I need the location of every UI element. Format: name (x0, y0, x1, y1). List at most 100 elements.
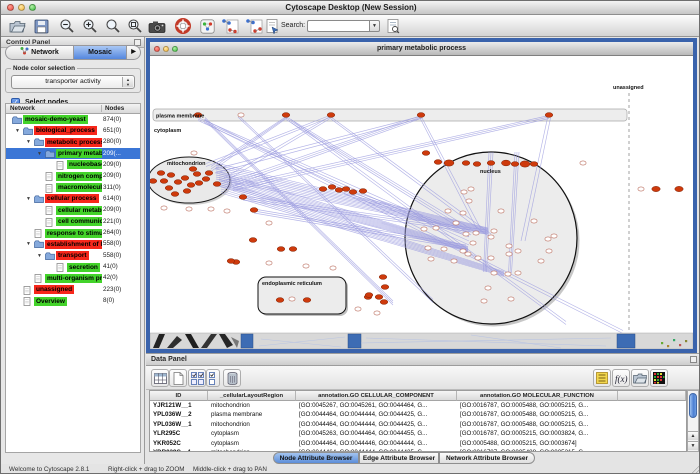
tree-expander-icon[interactable]: ▼ (37, 151, 42, 157)
network-node-selected[interactable] (530, 162, 538, 167)
network-node-selected[interactable] (342, 187, 350, 192)
network-node-selected[interactable] (157, 171, 165, 176)
network-node-unselected[interactable] (355, 307, 361, 311)
data-panel-float-icon[interactable] (690, 356, 697, 363)
network-node-selected[interactable] (380, 300, 388, 305)
attribute-table-icon[interactable] (151, 369, 169, 387)
network-node-unselected[interactable] (515, 249, 521, 253)
network-node-selected[interactable] (349, 190, 357, 195)
tree-expander-icon[interactable]: ▼ (15, 128, 20, 134)
network-node-selected[interactable] (319, 187, 327, 192)
network-canvas[interactable]: plasma membranecytoplasmmitochondrionnuc… (150, 56, 693, 349)
network-node-selected[interactable] (303, 298, 311, 303)
search-options-icon[interactable] (384, 17, 403, 35)
network-node-unselected[interactable] (441, 247, 447, 251)
network-node-unselected[interactable] (266, 221, 272, 225)
network-node-unselected[interactable] (460, 211, 466, 215)
scroll-up-icon[interactable]: ▲ (688, 431, 698, 440)
table-cell[interactable]: [GO:0044464, GO:0044446, GO:0044444, G..… (296, 439, 457, 448)
window-titlebar[interactable]: Cytoscape Desktop (New Session) (1, 1, 700, 15)
network-node-unselected[interactable] (515, 271, 521, 275)
tree-expander-icon[interactable]: ▼ (26, 139, 31, 145)
table-cell[interactable]: [GO:0016787, GO:0005215, GO:0003824, G..… (457, 429, 618, 438)
tree-row-transport[interactable]: ▼transport558(0) (6, 250, 140, 261)
tab-network-attribute-browser[interactable]: Network Attribute Browser (439, 452, 535, 464)
tree-row-metabolic-process[interactable]: ▼metabolic process280(0) (6, 137, 140, 148)
network-node-unselected[interactable] (453, 221, 459, 225)
network-node-unselected[interactable] (475, 256, 481, 260)
network-node-selected[interactable] (379, 275, 387, 280)
network-node-selected[interactable] (167, 173, 175, 178)
annotation-icon[interactable] (263, 17, 282, 35)
network-node-selected[interactable] (276, 298, 284, 303)
table-cell[interactable]: [GO:0045263, GO:0044464, GO:0044455, G..… (296, 429, 457, 438)
network-node-unselected[interactable] (266, 261, 272, 265)
import-attributes-folder-icon[interactable] (631, 369, 649, 387)
network-node-selected[interactable] (473, 162, 481, 167)
network-node-unselected[interactable] (161, 206, 167, 210)
zoom-out-icon[interactable] (57, 17, 76, 35)
node-color-dropdown[interactable]: transporter activity ▲▼ (11, 75, 135, 89)
network-node-selected[interactable] (359, 189, 367, 194)
network-node-unselected[interactable] (466, 199, 472, 203)
network-node-unselected[interactable] (545, 237, 551, 241)
tree-expander-icon[interactable]: ▼ (37, 253, 42, 259)
tree-row-nucleobase-containing[interactable]: nucleobase-containing209(0) (6, 159, 140, 170)
tree-row-cellular-metabolic[interactable]: cellular metabolic209(0) (6, 205, 140, 216)
network-node-unselected[interactable] (488, 256, 494, 260)
network-node-unselected[interactable] (491, 271, 497, 275)
matrix-heatmap-icon[interactable] (650, 369, 668, 387)
tree-row-establishment-of-loc[interactable]: ▼establishment of loc558(0) (6, 239, 140, 250)
tree-row-cellular-process[interactable]: ▼cellular process614(0) (6, 193, 140, 204)
table-cell[interactable]: YPL036W__2 (150, 410, 208, 419)
tree-row-macromolecule[interactable]: macromolecule311(0) (6, 182, 140, 193)
table-cell[interactable]: [GO:0016787, GO:0005488, GO:0005215, G..… (457, 410, 618, 419)
unselect-attributes-icon[interactable] (206, 369, 220, 387)
network-node-unselected[interactable] (551, 234, 557, 238)
network-node-unselected[interactable] (191, 151, 197, 155)
network-node-selected[interactable] (249, 238, 257, 243)
network-node-unselected[interactable] (538, 259, 544, 263)
network-node-unselected[interactable] (481, 299, 487, 303)
tab-node-attribute-browser[interactable]: Node Attribute Browser (273, 452, 359, 464)
tree-expander-icon[interactable]: ▼ (26, 196, 31, 202)
tree-row-overview[interactable]: Overview8(0) (6, 296, 140, 307)
network-node-unselected[interactable] (186, 207, 192, 211)
table-cell[interactable]: [GO:0045267, GO:0045261, GO:0044464, G..… (296, 401, 457, 410)
table-cell[interactable]: YLR295C (150, 429, 208, 438)
network-window-titlebar[interactable]: primary metabolic process (150, 42, 693, 56)
network-node-unselected[interactable] (508, 297, 514, 301)
network-node-unselected[interactable] (531, 219, 537, 223)
tree-row-response-to-stimulus[interactable]: response to stimulus264(0) (6, 228, 140, 239)
table-header-_cellularLayoutRegion[interactable]: _cellularLayoutRegion (208, 391, 296, 401)
zoom-in-icon[interactable] (80, 17, 99, 35)
table-cell[interactable]: [GO:0016787, GO:0005488, GO:0005215, G..… (457, 401, 618, 410)
network-node-selected[interactable] (375, 295, 383, 300)
network-node-unselected[interactable] (485, 286, 491, 290)
network-node-selected[interactable] (195, 181, 203, 186)
resize-grip[interactable] (690, 466, 700, 474)
network-node-unselected[interactable] (433, 226, 439, 230)
table-header-ID[interactable]: ID (150, 391, 208, 401)
table-cell[interactable]: [GO:0016787, GO:0005488, GO:0005215, G..… (457, 420, 618, 429)
scrollbar-thumb[interactable] (689, 393, 697, 418)
function-builder-icon[interactable]: f(x) (612, 369, 630, 387)
tree-row-nitrogen-compound[interactable]: nitrogen compound209(0) (6, 171, 140, 182)
network-node-unselected[interactable] (505, 272, 511, 276)
network-node-unselected[interactable] (421, 227, 427, 231)
tree-row-primary-metabolic-process[interactable]: ▼primary metabolic process209(... (6, 148, 140, 159)
network-node-selected[interactable] (183, 189, 191, 194)
network-node-selected[interactable] (365, 293, 373, 298)
network-node-selected[interactable] (213, 182, 221, 187)
tab-edge-attribute-browser[interactable]: Edge Attribute Browser (359, 452, 439, 464)
network-node-selected[interactable] (181, 176, 189, 181)
table-header-annotation.GO CELLULAR_COMPONENT[interactable]: annotation.GO CELLULAR_COMPONENT (296, 391, 457, 401)
network-node-selected[interactable] (487, 161, 495, 166)
network-overview-icon[interactable] (198, 17, 217, 35)
net-minimize-icon[interactable] (163, 46, 169, 52)
zoom-selected-icon[interactable] (125, 17, 144, 35)
table-cell[interactable]: cytoplasm (208, 439, 296, 448)
attribute-list-icon[interactable] (593, 369, 611, 387)
layout-a-icon[interactable] (220, 17, 239, 35)
network-node-selected[interactable] (417, 113, 425, 118)
